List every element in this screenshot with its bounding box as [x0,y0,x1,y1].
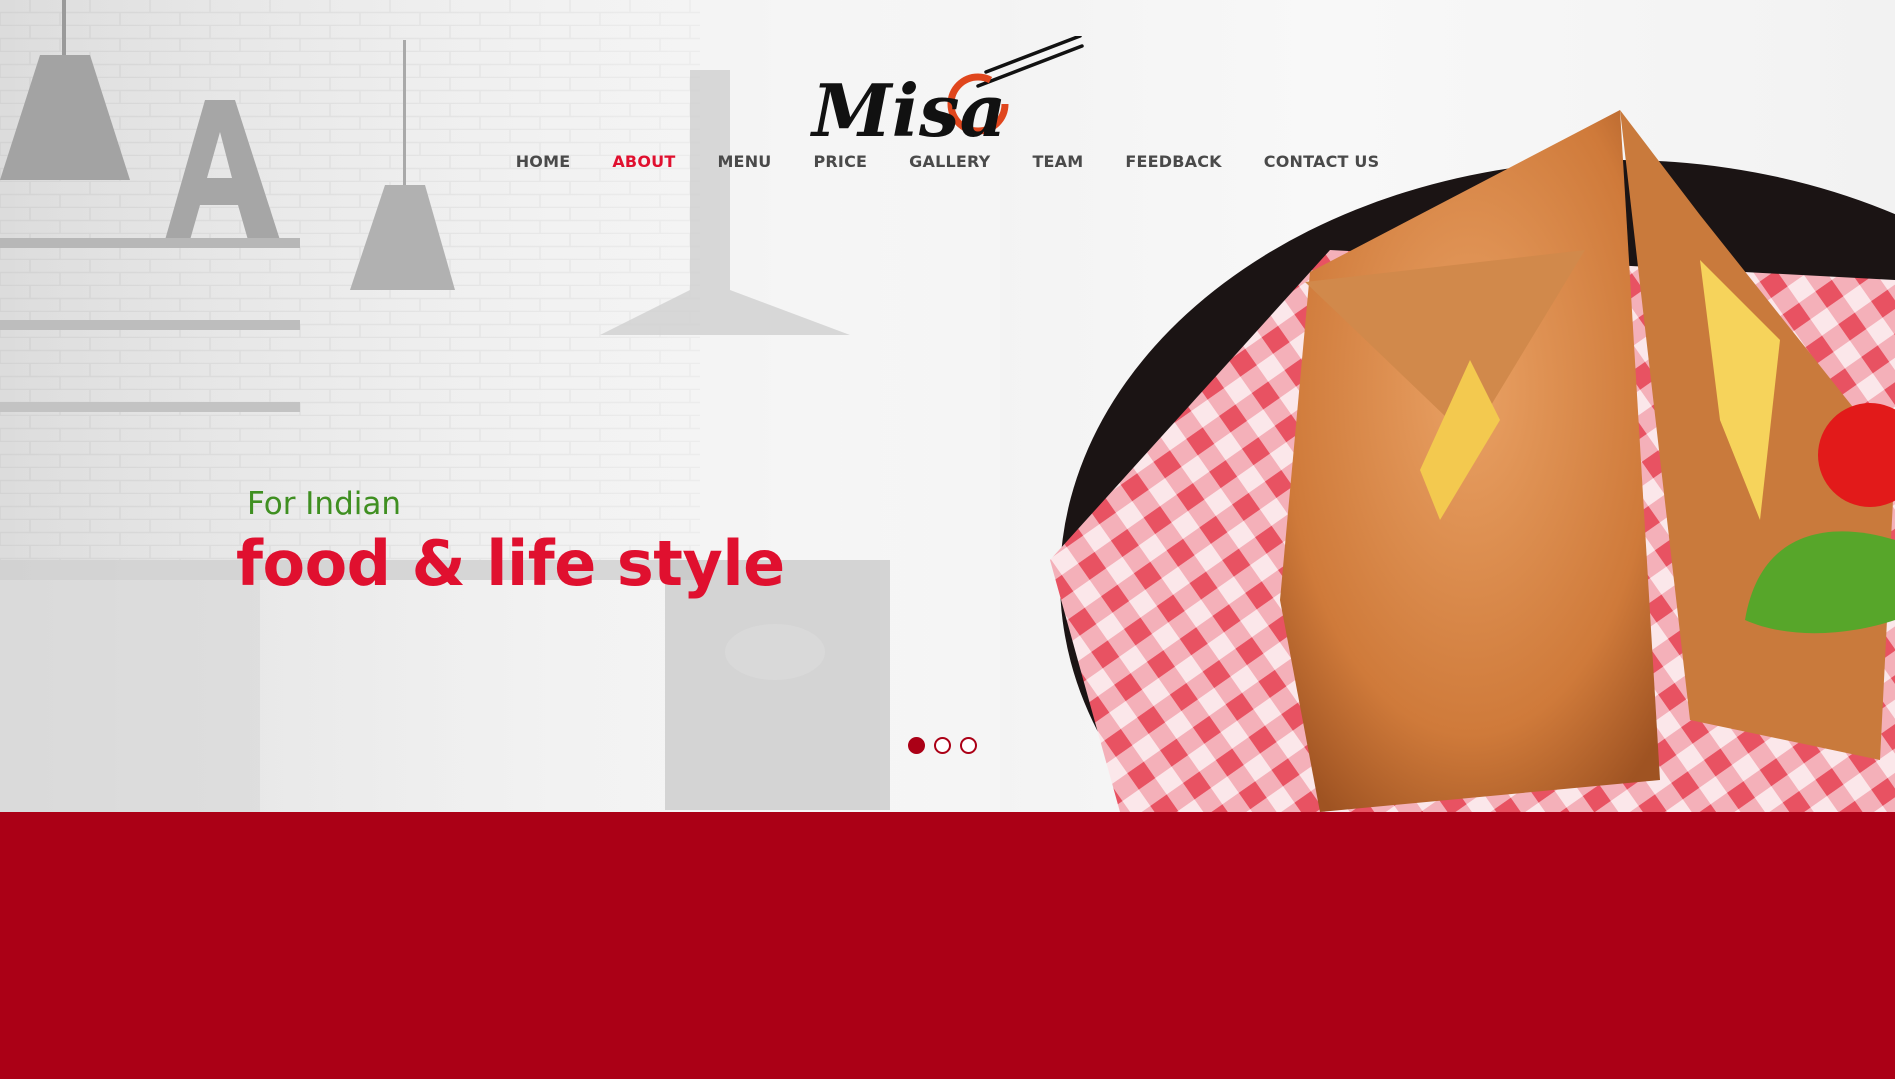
nav-home[interactable]: HOME [495,152,592,171]
hero-slider: Misa HOME ABOUT MENU PRICE GALLERY TEAM … [0,0,1895,812]
nav-contact-us[interactable]: CONTACT US [1243,152,1401,171]
misa-logo[interactable]: Misa [810,36,1090,156]
slider-pagination [908,737,977,754]
nav-menu[interactable]: MENU [696,152,792,171]
nav-price[interactable]: PRICE [792,152,888,171]
nav-gallery[interactable]: GALLERY [888,152,1011,171]
slider-dot-1[interactable] [908,737,925,754]
slider-dot-3[interactable] [960,737,977,754]
red-section-band [0,812,1895,1079]
nav-about[interactable]: ABOUT [591,152,696,171]
svg-text:Misa: Misa [810,68,1006,153]
nav-team[interactable]: TEAM [1011,152,1104,171]
hero-subtitle: For Indian [247,486,402,522]
hero-title: food & life style [236,527,785,600]
nav-feedback[interactable]: FEEDBACK [1104,152,1242,171]
slider-dot-2[interactable] [934,737,951,754]
main-nav: HOME ABOUT MENU PRICE GALLERY TEAM FEEDB… [0,152,1895,171]
